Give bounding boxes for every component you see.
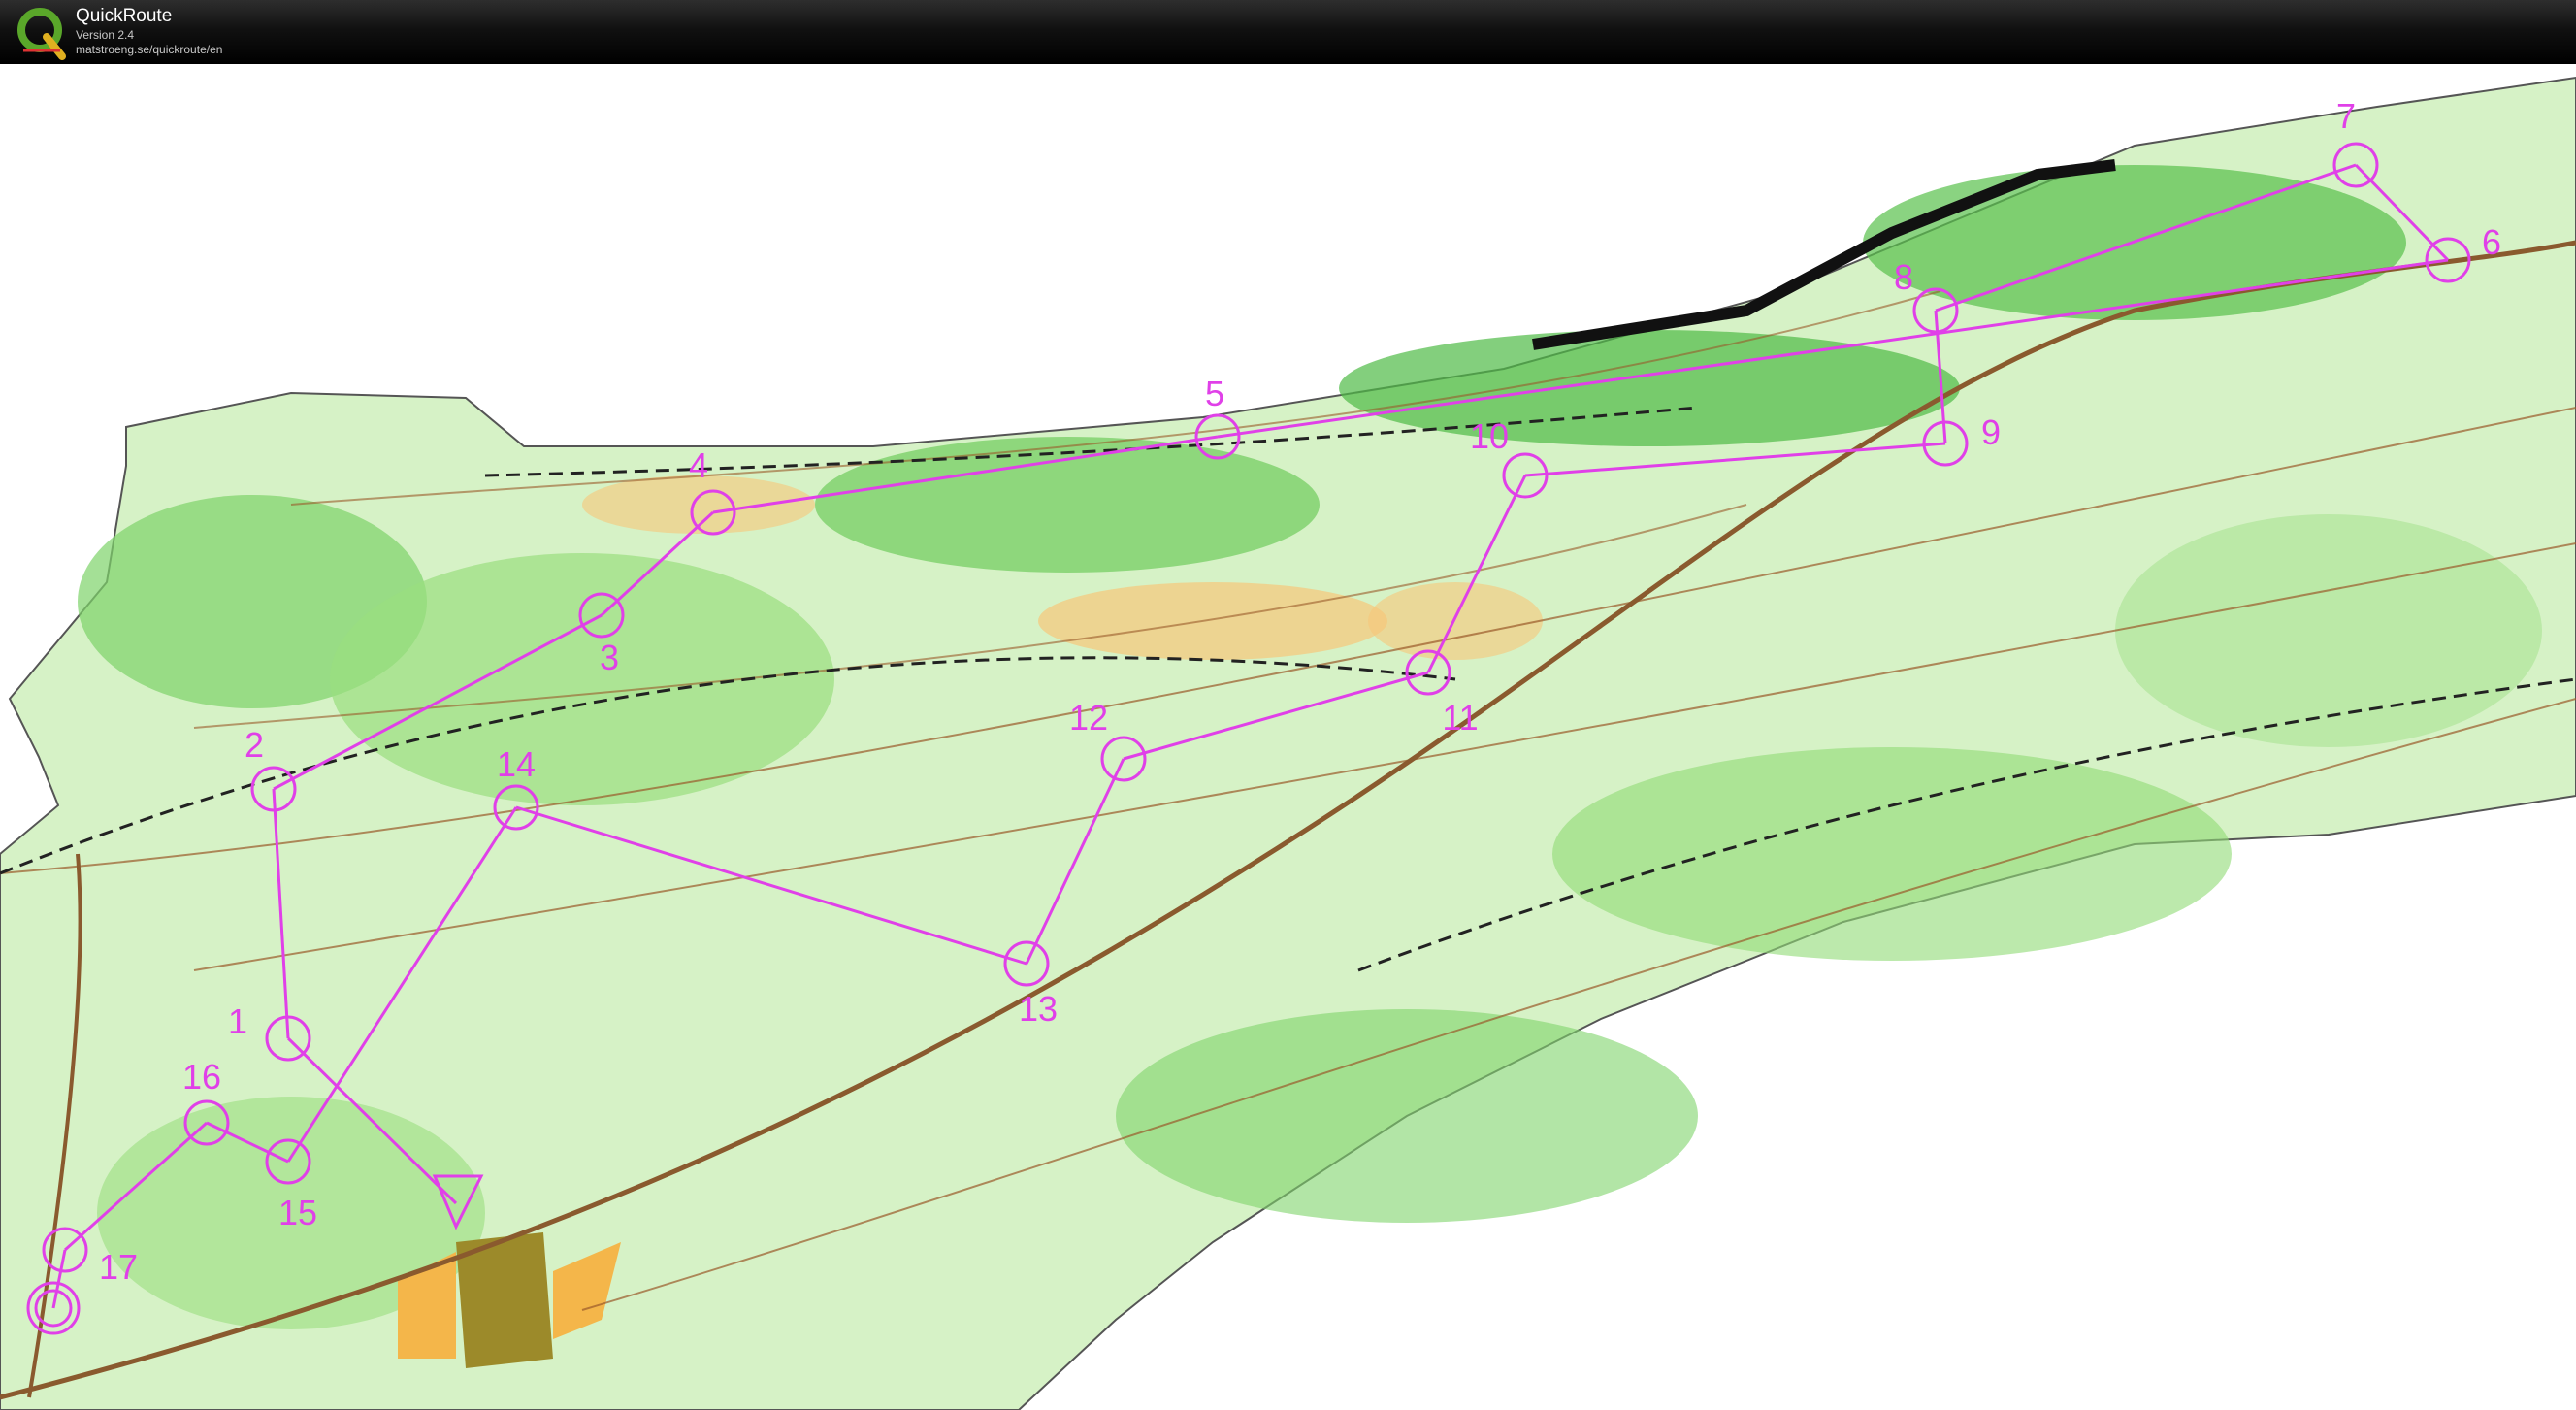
app-url[interactable]: matstroeng.se/quickroute/en <box>76 43 222 56</box>
control-number-17: 17 <box>99 1247 138 1287</box>
control-number-9: 9 <box>1981 412 2001 452</box>
control-number-2: 2 <box>245 725 264 765</box>
control-number-3: 3 <box>600 638 619 677</box>
control-number-1: 1 <box>228 1001 247 1041</box>
quickroute-logo-icon <box>17 8 66 60</box>
control-number-13: 13 <box>1019 989 1058 1029</box>
control-number-14: 14 <box>497 744 536 784</box>
control-number-11: 11 <box>1442 698 1478 738</box>
control-number-10: 10 <box>1470 416 1509 456</box>
control-number-8: 8 <box>1894 257 1913 297</box>
open-land-patch <box>1038 582 1387 660</box>
control-number-7: 7 <box>2336 96 2356 136</box>
title-bar: QuickRoute Version 2.4 matstroeng.se/qui… <box>0 0 2576 64</box>
control-number-15: 15 <box>278 1193 317 1232</box>
control-number-12: 12 <box>1069 698 1108 738</box>
control-number-5: 5 <box>1205 374 1224 413</box>
open-land-patch <box>1368 582 1543 660</box>
forest-patch <box>330 553 834 805</box>
control-number-16: 16 <box>182 1057 221 1097</box>
forest-patch <box>2115 514 2542 747</box>
orienteering-map[interactable]: 1234567891011121314151617 <box>0 64 2576 1410</box>
map-terrain <box>0 76 2576 1410</box>
control-number-4: 4 <box>689 445 708 485</box>
app-version: Version 2.4 <box>76 28 135 42</box>
forest-patch <box>815 437 1320 573</box>
control-number-6: 6 <box>2482 222 2501 262</box>
forest-patch <box>1116 1009 1698 1223</box>
app-title: QuickRoute <box>76 6 173 26</box>
forest-patch <box>1552 747 2232 961</box>
